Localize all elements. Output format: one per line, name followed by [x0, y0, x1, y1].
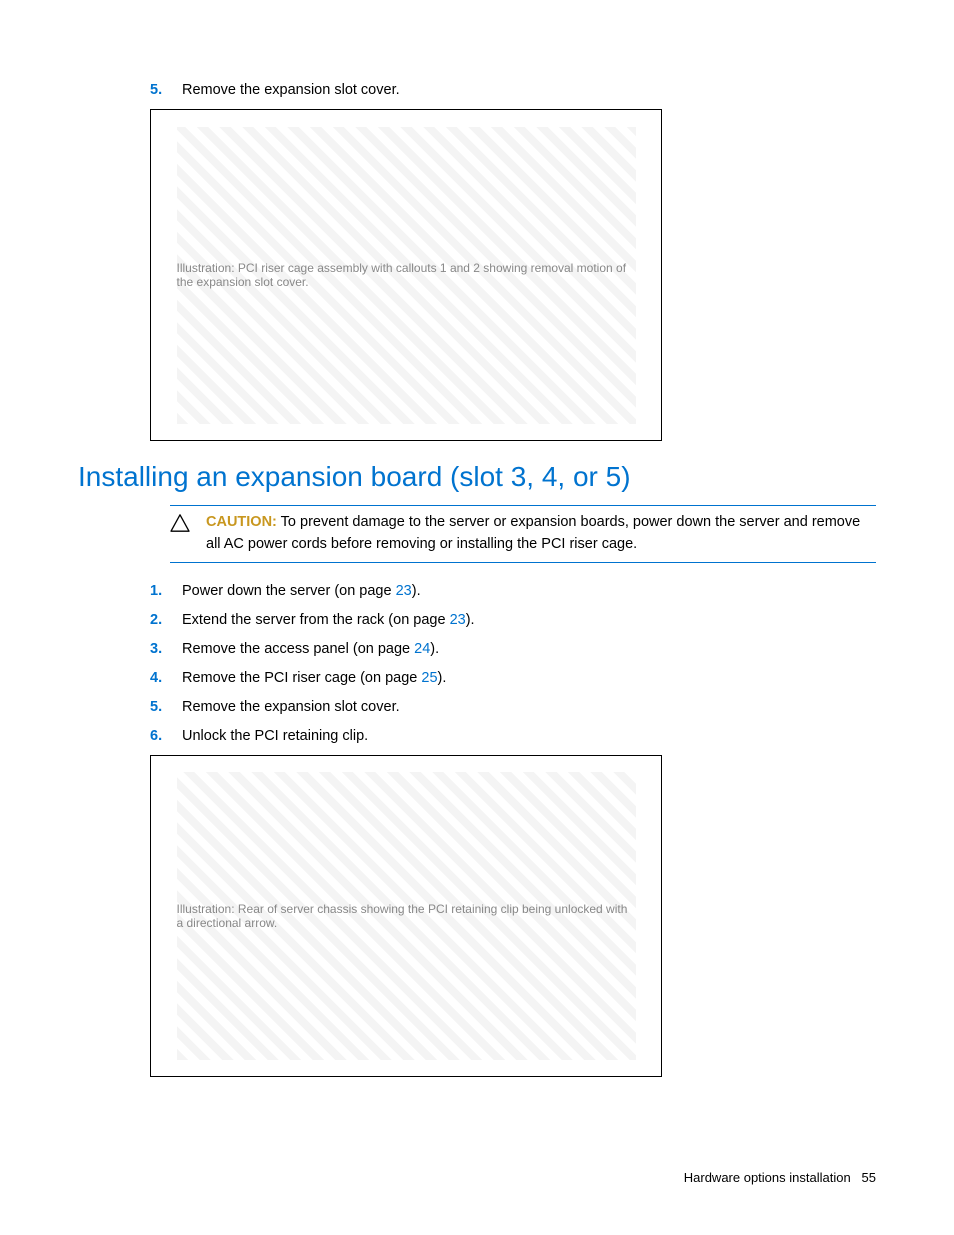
- step-6: 6. Unlock the PCI retaining clip.: [150, 726, 876, 747]
- step-1: 1. Power down the server (on page 23).: [150, 581, 876, 602]
- step-2: 2. Extend the server from the rack (on p…: [150, 610, 876, 631]
- figure-placeholder: Illustration: PCI riser cage assembly wi…: [177, 127, 636, 424]
- step-3: 3. Remove the access panel (on page 24).: [150, 639, 876, 660]
- caution-body: To prevent damage to the server or expan…: [206, 514, 860, 552]
- caution-callout: CAUTION: To prevent damage to the server…: [170, 505, 876, 563]
- caution-label: CAUTION:: [206, 514, 277, 530]
- step-text: Remove the access panel (on page 24).: [182, 639, 876, 660]
- step-5: 5. Remove the expansion slot cover.: [150, 697, 876, 718]
- document-page: 5. Remove the expansion slot cover. Illu…: [0, 0, 954, 1235]
- step-number: 6.: [150, 726, 182, 747]
- step-5-top: 5. Remove the expansion slot cover.: [150, 80, 876, 101]
- section-heading: Installing an expansion board (slot 3, 4…: [78, 461, 876, 493]
- footer-page-number: 55: [862, 1170, 876, 1185]
- step-number: 4.: [150, 668, 182, 689]
- figure-placeholder: Illustration: Rear of server chassis sho…: [177, 772, 636, 1060]
- step-list-main: 1. Power down the server (on page 23). 2…: [78, 581, 876, 747]
- step-number: 2.: [150, 610, 182, 631]
- step-number: 5.: [150, 697, 182, 718]
- page-link[interactable]: 24: [414, 641, 430, 657]
- page-link[interactable]: 25: [421, 670, 437, 686]
- page-link[interactable]: 23: [450, 612, 466, 628]
- step-text: Power down the server (on page 23).: [182, 581, 876, 602]
- step-text: Remove the PCI riser cage (on page 25).: [182, 668, 876, 689]
- caution-text: CAUTION: To prevent damage to the server…: [206, 512, 872, 556]
- step-number: 1.: [150, 581, 182, 602]
- figure-pci-retaining-clip: Illustration: Rear of server chassis sho…: [150, 755, 662, 1077]
- step-list-top: 5. Remove the expansion slot cover.: [78, 80, 876, 101]
- page-link[interactable]: 23: [396, 583, 412, 599]
- step-number: 3.: [150, 639, 182, 660]
- step-text: Remove the expansion slot cover.: [182, 697, 876, 718]
- step-text: Extend the server from the rack (on page…: [182, 610, 876, 631]
- caution-icon: [170, 512, 206, 532]
- step-text: Unlock the PCI retaining clip.: [182, 726, 876, 747]
- footer-section: Hardware options installation: [684, 1170, 851, 1185]
- step-number: 5.: [150, 80, 182, 101]
- step-text: Remove the expansion slot cover.: [182, 80, 876, 101]
- page-footer: Hardware options installation 55: [684, 1170, 876, 1185]
- figure-expansion-slot-cover: Illustration: PCI riser cage assembly wi…: [150, 109, 662, 441]
- step-4: 4. Remove the PCI riser cage (on page 25…: [150, 668, 876, 689]
